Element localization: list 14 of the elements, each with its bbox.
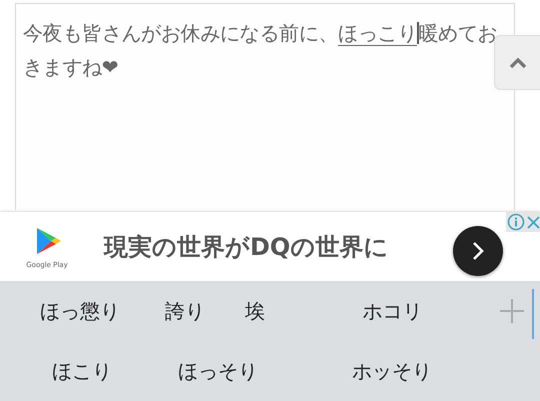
message-field[interactable]: 今夜も皆さんがお休みになる前に、ほっこり 暖めておきますね❤ — [15, 3, 515, 210]
suggestion-item[interactable]: ホコリ — [362, 298, 422, 324]
plus-icon[interactable] — [499, 298, 525, 324]
ad-headline: 現実の世界がDQの世界に — [104, 232, 388, 262]
suggestion-item[interactable]: 誇り — [165, 298, 205, 324]
next-button[interactable] — [453, 226, 503, 276]
suggestion-item[interactable]: ほっ懲り — [40, 298, 120, 324]
chevron-right-icon — [471, 240, 485, 262]
suggestion-item[interactable]: 埃 — [245, 298, 265, 324]
chevron-up-icon — [508, 56, 526, 68]
info-icon[interactable] — [506, 212, 526, 232]
suggestion-item[interactable]: ホッそり — [352, 358, 432, 384]
suggestion-item[interactable]: ほこり — [52, 358, 112, 384]
suggestion-item[interactable]: ほっそり — [178, 358, 258, 384]
